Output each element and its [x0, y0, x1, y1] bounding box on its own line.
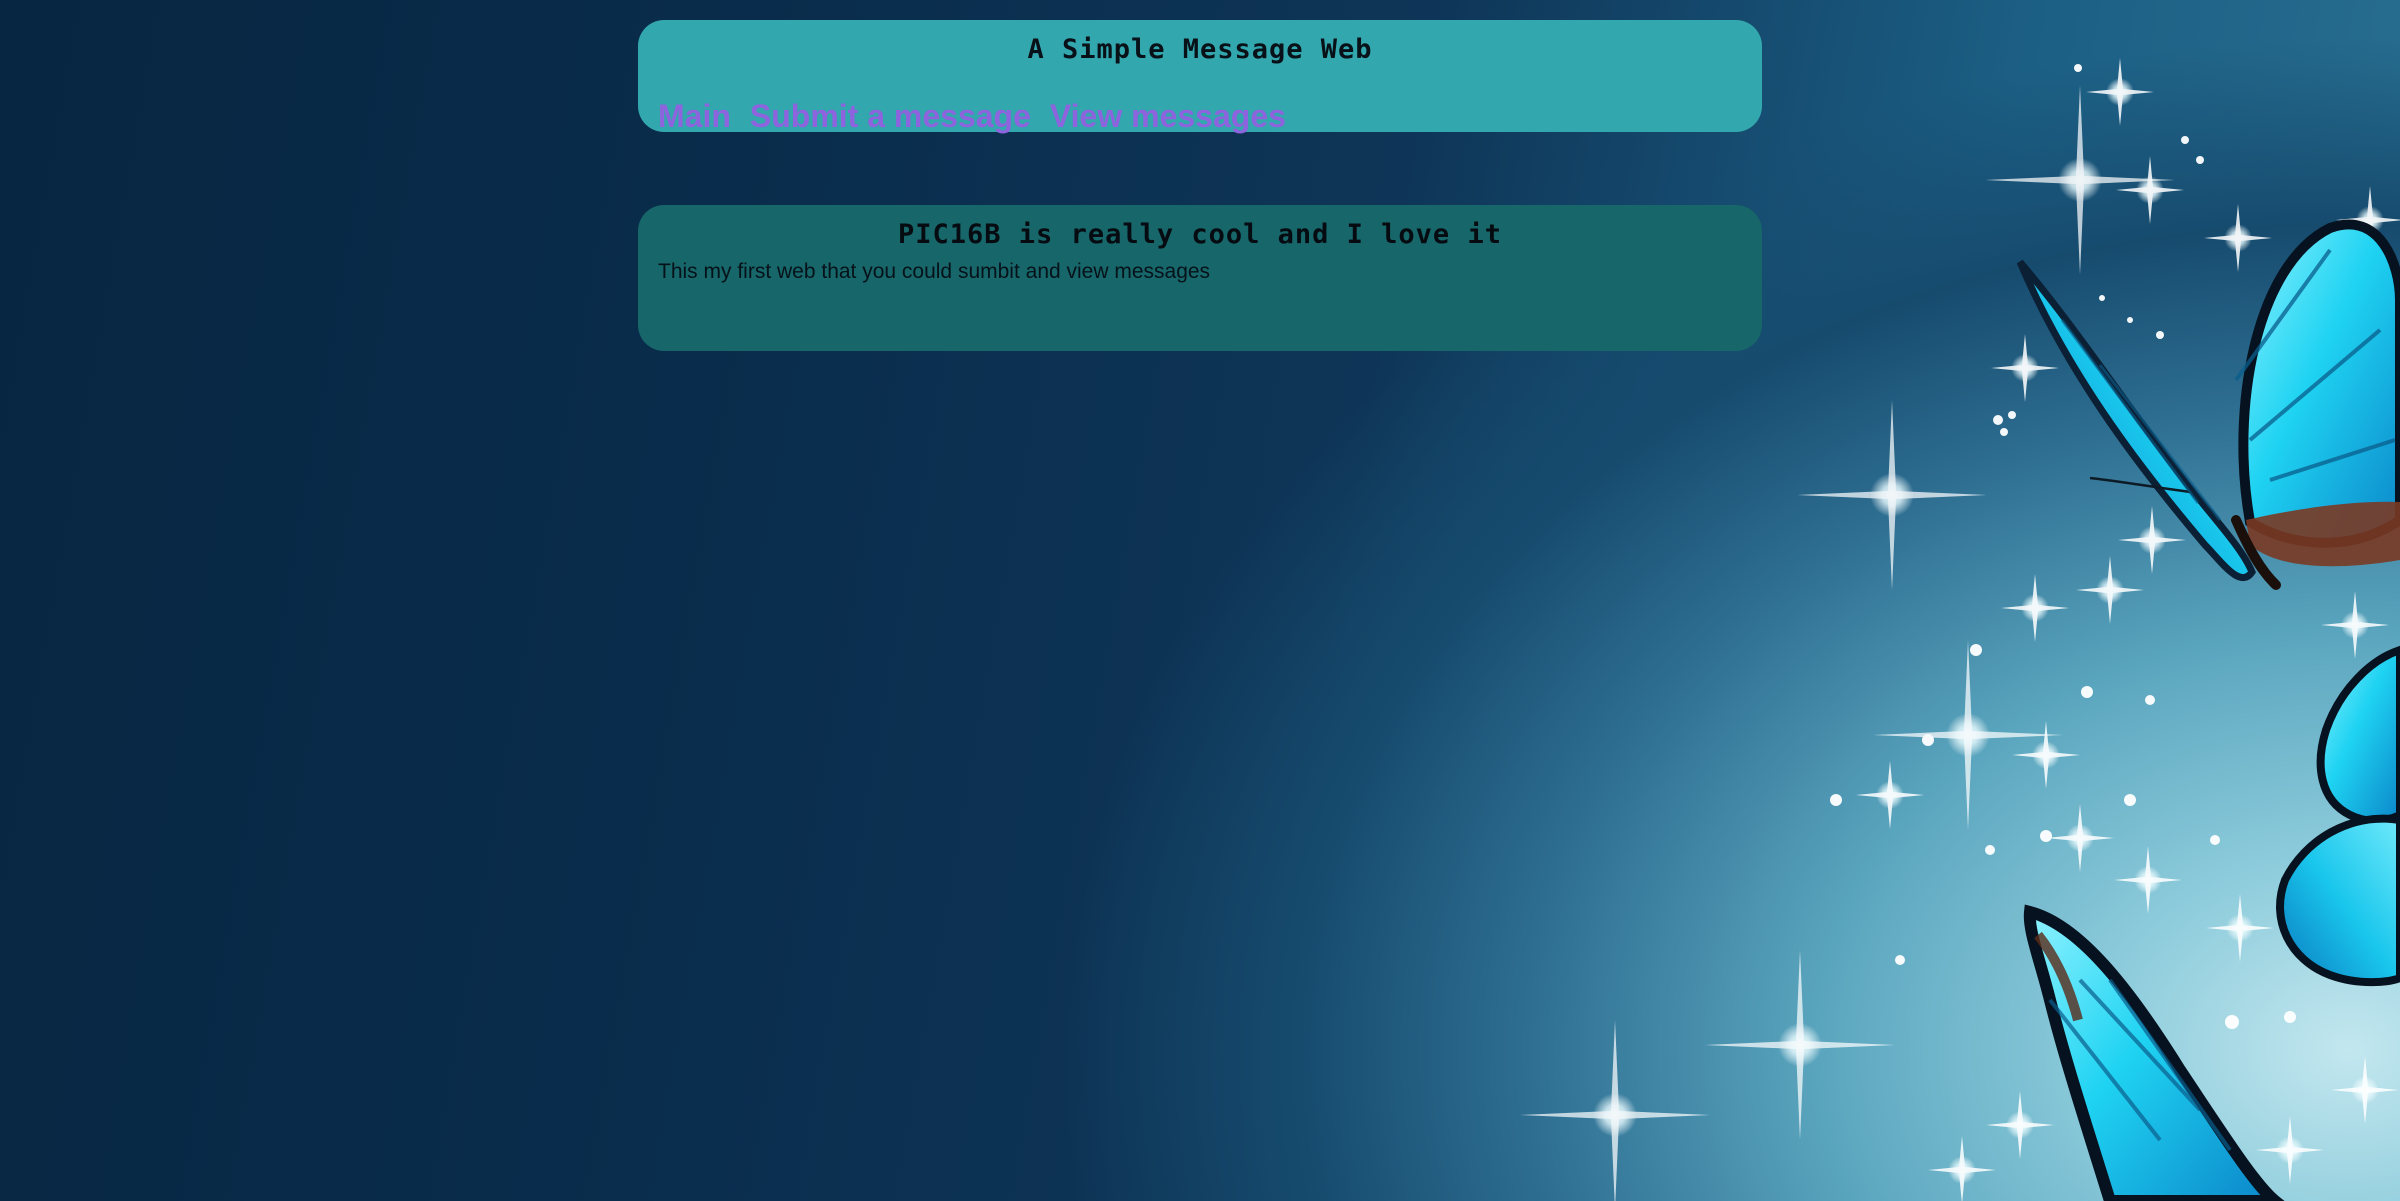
butterfly-icon	[2276, 645, 2400, 987]
site-header: A Simple Message Web Main Submit a messa…	[638, 20, 1762, 132]
site-title: A Simple Message Web	[1027, 34, 1373, 65]
nav-link-main[interactable]: Main	[658, 100, 731, 132]
nav-link-view-messages[interactable]: View messages	[1050, 100, 1286, 132]
message-card: PIC16B is really cool and I love it This…	[638, 205, 1762, 351]
butterfly-icon	[2023, 904, 2285, 1201]
main-nav: Main Submit a message View messages	[658, 100, 1286, 132]
butterfly-background-image	[1520, 58, 2400, 1201]
nav-link-submit-message[interactable]: Submit a message	[750, 100, 1031, 132]
message-body: This my first web that you could sumbit …	[658, 260, 1211, 283]
message-title: PIC16B is really cool and I love it	[898, 219, 1502, 250]
butterfly-icon	[2016, 219, 2400, 590]
